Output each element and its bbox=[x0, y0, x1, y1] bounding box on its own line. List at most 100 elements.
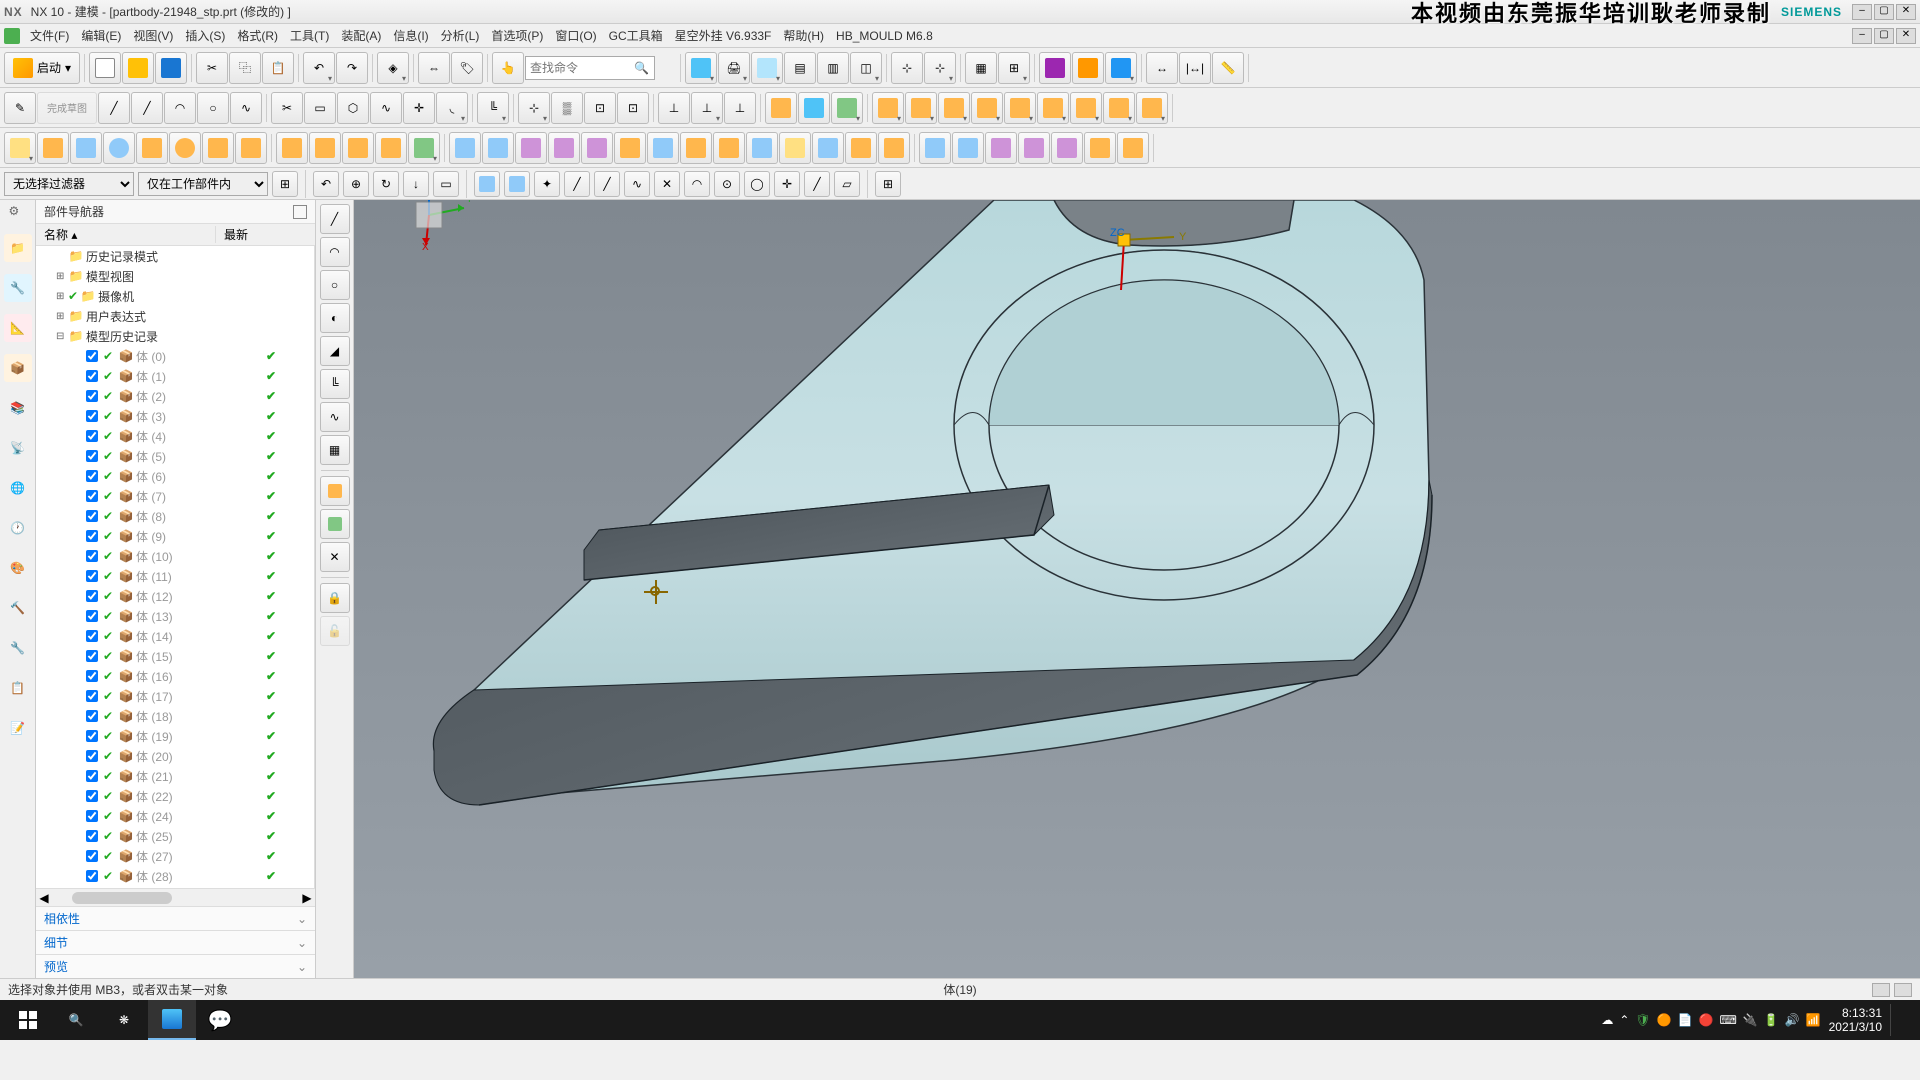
measure-button[interactable]: 📏 bbox=[1212, 52, 1244, 84]
snap-center[interactable]: ⊙ bbox=[714, 171, 740, 197]
print-button[interactable]: 🖨 bbox=[718, 52, 750, 84]
tree-body-item[interactable]: ✔📦体 (12)✔ bbox=[36, 586, 314, 606]
start-menu-button[interactable] bbox=[4, 1000, 52, 1040]
cone-tool[interactable] bbox=[136, 132, 168, 164]
tree-body-item[interactable]: ✔📦体 (0)✔ bbox=[36, 346, 314, 366]
menu-view[interactable]: 视图(V) bbox=[127, 25, 179, 46]
status-ico-2[interactable] bbox=[1894, 983, 1912, 997]
body-checkbox[interactable] bbox=[86, 450, 98, 462]
doc-maximize-button[interactable]: ▢ bbox=[1874, 28, 1894, 44]
tree-body-item[interactable]: ✔📦体 (11)✔ bbox=[36, 566, 314, 586]
menu-tools[interactable]: 工具(T) bbox=[284, 25, 335, 46]
body-checkbox[interactable] bbox=[86, 750, 98, 762]
body-checkbox[interactable] bbox=[86, 490, 98, 502]
nav-section-dependency[interactable]: 相依性⌄ bbox=[36, 906, 315, 930]
tray-chevron-icon[interactable]: ⌃ bbox=[1619, 1013, 1629, 1027]
minimize-button[interactable]: ‒ bbox=[1852, 4, 1872, 20]
constraint1-tool[interactable]: ⊥ bbox=[658, 92, 690, 124]
pattern-button[interactable]: ⊞ bbox=[998, 52, 1030, 84]
point-tool[interactable]: ✛ bbox=[403, 92, 435, 124]
nx-task-button[interactable] bbox=[148, 1000, 196, 1040]
body-checkbox[interactable] bbox=[86, 370, 98, 382]
tree-item[interactable]: 📁历史记录模式 bbox=[36, 246, 314, 266]
vtool-face[interactable]: ◐ bbox=[320, 303, 350, 333]
wrench-tab[interactable]: 🔨 bbox=[4, 594, 32, 622]
maximize-button[interactable]: ▢ bbox=[1874, 4, 1894, 20]
chamfer-tool[interactable] bbox=[878, 132, 910, 164]
body-checkbox[interactable] bbox=[86, 430, 98, 442]
vtool-lock[interactable]: 🔒 bbox=[320, 583, 350, 613]
body-checkbox[interactable] bbox=[86, 510, 98, 522]
body-checkbox[interactable] bbox=[86, 350, 98, 362]
pad-tool[interactable] bbox=[276, 132, 308, 164]
tree-body-item[interactable]: ✔📦体 (4)✔ bbox=[36, 426, 314, 446]
block-button[interactable] bbox=[751, 52, 783, 84]
constraint-tab[interactable]: 📐 bbox=[4, 314, 32, 342]
wechat-task-button[interactable]: 💬 bbox=[196, 1000, 244, 1040]
snap-ctrl[interactable]: ∿ bbox=[624, 171, 650, 197]
filter-btn-8[interactable] bbox=[504, 171, 530, 197]
view-orient-button[interactable]: ◈ bbox=[377, 52, 409, 84]
constraint3-tool[interactable]: ⊥ bbox=[724, 92, 756, 124]
tray-shield-icon[interactable]: 🛡 bbox=[1635, 1013, 1650, 1027]
body-checkbox[interactable] bbox=[86, 770, 98, 782]
fillet-tool[interactable]: ◟ bbox=[436, 92, 468, 124]
tree-body-item[interactable]: ✔📦体 (14)✔ bbox=[36, 626, 314, 646]
body-checkbox[interactable] bbox=[86, 470, 98, 482]
menu-star-plugin[interactable]: 星空外挂 V6.933F bbox=[669, 25, 778, 46]
pattern-sketch-tool[interactable]: ⊹ bbox=[518, 92, 550, 124]
body-checkbox[interactable] bbox=[86, 690, 98, 702]
reuse-tab[interactable]: 📦 bbox=[4, 354, 32, 382]
redo-button[interactable]: ↷ bbox=[336, 52, 368, 84]
filter-btn-6[interactable]: ▭ bbox=[433, 171, 459, 197]
filter-btn-1[interactable]: ⊞ bbox=[272, 171, 298, 197]
tree-body-item[interactable]: ✔📦体 (10)✔ bbox=[36, 546, 314, 566]
filter-btn-2[interactable]: ↶ bbox=[313, 171, 339, 197]
body-checkbox[interactable] bbox=[86, 810, 98, 822]
body-checkbox[interactable] bbox=[86, 710, 98, 722]
menu-format[interactable]: 格式(R) bbox=[231, 25, 284, 46]
render-style-button[interactable] bbox=[685, 52, 717, 84]
subtract-tool[interactable] bbox=[971, 92, 1003, 124]
body-checkbox[interactable] bbox=[86, 390, 98, 402]
tray-volume-icon[interactable]: 🔊 bbox=[1785, 1013, 1800, 1027]
tray-wifi-icon[interactable]: 📶 bbox=[1806, 1013, 1821, 1027]
layer-button[interactable]: ▤ bbox=[784, 52, 816, 84]
body-checkbox[interactable] bbox=[86, 670, 98, 682]
vtool-mesh[interactable]: ▦ bbox=[320, 435, 350, 465]
body-checkbox[interactable] bbox=[86, 830, 98, 842]
resource-gear-icon[interactable]: ⚙ bbox=[9, 204, 27, 222]
body-checkbox[interactable] bbox=[86, 730, 98, 742]
view-triad[interactable]: Y X Z bbox=[404, 200, 1920, 958]
hammer-tab[interactable]: 🔧 bbox=[4, 634, 32, 662]
split-tool[interactable] bbox=[614, 132, 646, 164]
3d-viewport[interactable]: Y ZC Y X Z bbox=[354, 200, 1920, 978]
snap-end[interactable]: ╱ bbox=[564, 171, 590, 197]
delete-face-tool[interactable] bbox=[746, 132, 778, 164]
new-button[interactable] bbox=[89, 52, 121, 84]
wcs-button[interactable]: ⊹ bbox=[891, 52, 923, 84]
surf2-tool[interactable] bbox=[952, 132, 984, 164]
grid-button[interactable]: ⊞ bbox=[875, 171, 901, 197]
tree-body-item[interactable]: ✔📦体 (18)✔ bbox=[36, 706, 314, 726]
tree-body-item[interactable]: ✔📦体 (5)✔ bbox=[36, 446, 314, 466]
wcs-orient-button[interactable]: ⊹ bbox=[924, 52, 956, 84]
emboss-tool[interactable] bbox=[1070, 92, 1102, 124]
tree-body-item[interactable]: ✔📦体 (20)✔ bbox=[36, 746, 314, 766]
menu-edit[interactable]: 编辑(E) bbox=[75, 25, 127, 46]
tray-note-icon[interactable]: 📄 bbox=[1678, 1013, 1693, 1027]
tree-body-item[interactable]: ✔📦体 (17)✔ bbox=[36, 686, 314, 706]
arc-tool[interactable]: ◠ bbox=[164, 92, 196, 124]
pattern2-tool[interactable] bbox=[482, 132, 514, 164]
tray-cloud-icon[interactable]: ☁ bbox=[1601, 1013, 1613, 1027]
tray-red-icon[interactable]: 🔴 bbox=[1699, 1013, 1714, 1027]
signal-tab[interactable]: 📡 bbox=[4, 434, 32, 462]
sweep-tool[interactable] bbox=[831, 92, 863, 124]
cylinder-tool[interactable] bbox=[103, 132, 135, 164]
polygon-tool[interactable]: ⬡ bbox=[337, 92, 369, 124]
tree-item[interactable]: ⊞📁用户表达式 bbox=[36, 306, 314, 326]
vtool-unlock[interactable]: 🔓 bbox=[320, 616, 350, 646]
analysis1-button[interactable] bbox=[1039, 52, 1071, 84]
tray-usb-icon[interactable]: 🔌 bbox=[1743, 1013, 1758, 1027]
mirror-sketch-tool[interactable]: ▒ bbox=[551, 92, 583, 124]
